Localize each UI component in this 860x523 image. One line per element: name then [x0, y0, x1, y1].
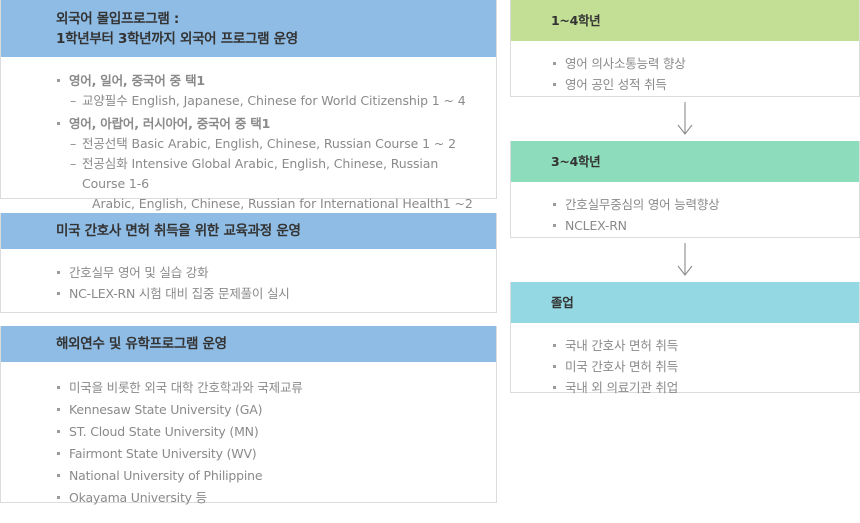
- panel-title-line-1: 외국어 몰입프로그램 :: [56, 10, 179, 27]
- panel-immersion-program: 외국어 몰입프로그램 : 1학년부터 3학년까지 외국어 프로그램 운영 영어,…: [0, 0, 497, 211]
- panel-overseas-study-program: 해외연수 및 유학프로그램 운영 미국을 비롯한 외국 대학 간호학과와 국제교…: [0, 326, 497, 505]
- panel-body-graduation: 국내 간호사 면허 취득 미국 간호사 면허 취득 국내 외 의료기관 취업: [511, 323, 859, 410]
- sub-list-item: 전공선택 Basic Arabic, English, Chinese, Rus…: [69, 134, 480, 154]
- list-item-label: 영어, 아랍어, 러시아어, 중국어 중 택1: [69, 116, 271, 131]
- list-item: ST. Cloud State University (MN): [57, 421, 480, 443]
- arrow-down-icon: [677, 243, 693, 276]
- list-grade-3-4: 간호실무중심의 영어 능력향상 NCLEX-RN: [553, 194, 845, 236]
- panel-gap: [0, 313, 497, 326]
- sub-list-item-label: 전공선택 Basic Arabic, English, Chinese, Rus…: [82, 136, 456, 151]
- list-item-label: Okayama University 등: [69, 490, 207, 505]
- left-column: 외국어 몰입프로그램 : 1학년부터 3학년까지 외국어 프로그램 운영 영어,…: [0, 0, 497, 505]
- panel-header-graduation: 졸업: [511, 282, 859, 323]
- connector-arrow-2: [510, 238, 860, 282]
- sub-list-item-label: 교양필수 English, Japanese, Chinese for Worl…: [82, 93, 466, 108]
- sub-list-item-label-continuation: Arabic, English, Chinese, Russian for In…: [92, 196, 473, 211]
- panel-graduation: 졸업 국내 간호사 면허 취득 미국 간호사 면허 취득 국내 외 의료기관 취…: [510, 282, 860, 395]
- list-item-label: Fairmont State University (WV): [69, 446, 257, 461]
- list-item: 국내 간호사 면허 취득: [553, 335, 845, 356]
- panel-header-grade-1-4: 1~4학년: [511, 0, 859, 41]
- sub-list: 전공선택 Basic Arabic, English, Chinese, Rus…: [69, 134, 480, 214]
- list-item-label: NCLEX-RN: [565, 218, 627, 233]
- list-item: 영어 공인 성적 취득: [553, 74, 845, 95]
- list-item: NCLEX-RN: [553, 215, 845, 236]
- panel-title-line-2: 1학년부터 3학년까지 외국어 프로그램 운영: [56, 30, 298, 47]
- panel-title: 1~4학년: [551, 12, 601, 28]
- list-item-label: 미국 간호사 면허 취득: [565, 359, 679, 374]
- panel-title-line-1: 해외연수 및 유학프로그램 운영: [56, 336, 227, 352]
- list-item: 미국을 비롯한 외국 대학 간호학과와 국제교류: [57, 377, 480, 399]
- panel-body-immersion-program: 영어, 일어, 중국어 중 택1 교양필수 English, Japanese,…: [1, 57, 496, 230]
- panel-header-overseas-study-program: 해외연수 및 유학프로그램 운영: [1, 326, 496, 362]
- list-item: Kennesaw State University (GA): [57, 399, 480, 421]
- panel-grade-3-4: 3~4학년 간호실무중심의 영어 능력향상 NCLEX-RN: [510, 141, 860, 238]
- list-item-label: 국내 외 의료기관 취업: [565, 380, 679, 395]
- right-column: 1~4학년 영어 의사소통능력 향상 영어 공인 성적 취득 3~4학년 간호실…: [510, 0, 860, 395]
- list-item-label: 영어 공인 성적 취득: [565, 77, 667, 92]
- panel-header-us-nursing-license: 미국 간호사 면허 취득을 위한 교육과정 운영: [1, 213, 496, 249]
- list-grade-1-4: 영어 의사소통능력 향상 영어 공인 성적 취득: [553, 53, 845, 95]
- list-us-nursing-license: 간호실무 영어 및 실습 강화 NC-LEX-RN 시험 대비 집중 문제풀이 …: [57, 262, 480, 304]
- panel-title: 졸업: [551, 294, 574, 310]
- list-item: 영어 의사소통능력 향상: [553, 53, 845, 74]
- list-item: 영어, 일어, 중국어 중 택1 교양필수 English, Japanese,…: [57, 70, 480, 111]
- panel-us-nursing-license: 미국 간호사 면허 취득을 위한 교육과정 운영 간호실무 영어 및 실습 강화…: [0, 213, 497, 313]
- panel-header-immersion-program: 외국어 몰입프로그램 : 1학년부터 3학년까지 외국어 프로그램 운영: [1, 0, 496, 57]
- panel-grade-1-4: 1~4학년 영어 의사소통능력 향상 영어 공인 성적 취득: [510, 0, 860, 97]
- flowchart-container: 외국어 몰입프로그램 : 1학년부터 3학년까지 외국어 프로그램 운영 영어,…: [0, 0, 860, 505]
- list-item: National University of Philippine: [57, 465, 480, 487]
- list-item: 영어, 아랍어, 러시아어, 중국어 중 택1 전공선택 Basic Arabi…: [57, 113, 480, 214]
- list-item-label: National University of Philippine: [69, 468, 263, 483]
- connector-arrow-1: [510, 97, 860, 141]
- list-item: NC-LEX-RN 시험 대비 집중 문제풀이 실시: [57, 283, 480, 304]
- panel-body-overseas-study-program: 미국을 비롯한 외국 대학 간호학과와 국제교류 Kennesaw State …: [1, 362, 496, 523]
- list-item: Okayama University 등: [57, 487, 480, 509]
- list-immersion-program: 영어, 일어, 중국어 중 택1 교양필수 English, Japanese,…: [57, 70, 480, 214]
- list-item-label: 영어 의사소통능력 향상: [565, 56, 686, 71]
- list-item: 간호실무중심의 영어 능력향상: [553, 194, 845, 215]
- list-item-label: ST. Cloud State University (MN): [69, 424, 259, 439]
- list-item: 간호실무 영어 및 실습 강화: [57, 262, 480, 283]
- list-item-label: 영어, 일어, 중국어 중 택1: [69, 73, 205, 88]
- arrow-down-icon: [677, 102, 693, 135]
- list-item-label: 국내 간호사 면허 취득: [565, 338, 679, 353]
- list-item-label: 간호실무 영어 및 실습 강화: [69, 265, 209, 280]
- list-graduation: 국내 간호사 면허 취득 미국 간호사 면허 취득 국내 외 의료기관 취업: [553, 335, 845, 398]
- list-item-label: NC-LEX-RN 시험 대비 집중 문제풀이 실시: [69, 286, 290, 301]
- panel-title: 3~4학년: [551, 153, 601, 169]
- list-item-label: 간호실무중심의 영어 능력향상: [565, 197, 720, 212]
- sub-list-item-label: 전공심화 Intensive Global Arabic, English, C…: [82, 156, 439, 191]
- sub-list: 교양필수 English, Japanese, Chinese for Worl…: [69, 91, 480, 111]
- panel-header-grade-3-4: 3~4학년: [511, 141, 859, 182]
- list-overseas-partners: 미국을 비롯한 외국 대학 간호학과와 국제교류 Kennesaw State …: [57, 377, 480, 509]
- panel-title-line-1: 미국 간호사 면허 취득을 위한 교육과정 운영: [56, 223, 301, 239]
- sub-list-item: 전공심화 Intensive Global Arabic, English, C…: [69, 154, 480, 214]
- list-item-label: Kennesaw State University (GA): [69, 402, 263, 417]
- list-item-label: 미국을 비롯한 외국 대학 간호학과와 국제교류: [69, 380, 303, 395]
- panel-body-us-nursing-license: 간호실무 영어 및 실습 강화 NC-LEX-RN 시험 대비 집중 문제풀이 …: [1, 249, 496, 318]
- sub-list-item: 교양필수 English, Japanese, Chinese for Worl…: [69, 91, 480, 111]
- list-item: 국내 외 의료기관 취업: [553, 377, 845, 398]
- list-item: Fairmont State University (WV): [57, 443, 480, 465]
- list-item: 미국 간호사 면허 취득: [553, 356, 845, 377]
